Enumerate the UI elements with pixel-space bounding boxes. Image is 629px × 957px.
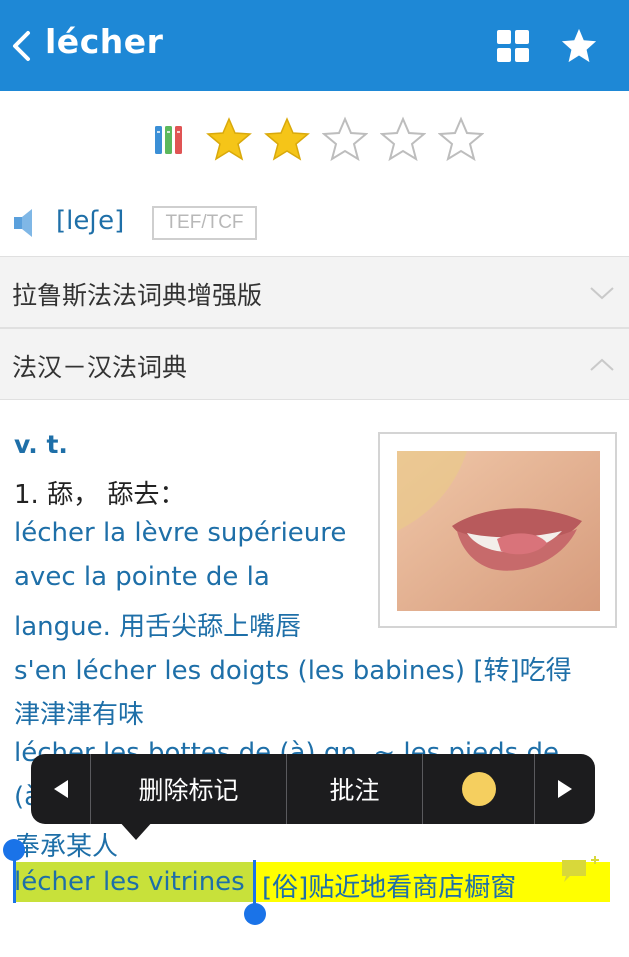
dictionary-section-fr-cn[interactable]: 法汉－汉法词典	[0, 328, 629, 400]
example-line: 奉承某人	[14, 832, 119, 862]
menu-prev-button[interactable]	[31, 754, 90, 824]
chevron-down-icon	[590, 287, 614, 300]
example-translation[interactable]: [俗]贴近地看商店橱窗	[262, 867, 516, 904]
star-filled-icon	[206, 117, 252, 161]
menu-pointer	[118, 820, 154, 840]
chevron-up-icon	[590, 358, 614, 371]
entry-content: v. t. 1. 舔， 舔去： lécher la lèvre supérieu…	[0, 402, 629, 957]
menu-next-button[interactable]	[535, 754, 595, 824]
example-line: langue. 用舌尖舔上嘴唇	[14, 612, 302, 642]
exam-tag-badge: TEF/TCF	[152, 206, 257, 240]
example-line: avec la pointe de la	[14, 562, 270, 592]
example-line-selected[interactable]: lécher les vitrines	[14, 867, 245, 897]
sense-definition: 1. 舔， 舔去：	[14, 480, 186, 510]
rating-row	[0, 112, 629, 168]
app-header: lécher	[0, 0, 629, 91]
chevron-left-icon[interactable]	[8, 28, 38, 64]
section-title: 拉鲁斯法法词典增强版	[12, 281, 263, 310]
part-of-speech: v. t.	[14, 430, 68, 459]
color-swatch	[461, 772, 496, 806]
page-title: lécher	[45, 22, 164, 61]
star-empty-icon	[322, 116, 368, 162]
section-title: 法汉－汉法词典	[12, 353, 188, 382]
example-line: s'en lécher les doigts (les babines) [转]…	[14, 656, 572, 686]
comment-icon[interactable]	[560, 854, 606, 888]
illustration-image[interactable]	[378, 432, 617, 628]
speaker-icon[interactable]	[12, 206, 42, 240]
favorite-star-icon[interactable]	[560, 27, 598, 65]
star-empty-icon	[380, 116, 426, 162]
grid-icon[interactable]	[496, 29, 530, 63]
selection-start-bar	[13, 850, 16, 903]
lips-illustration	[397, 451, 600, 611]
highlight-color-button[interactable]	[423, 754, 534, 824]
example-line: 津津津有味	[14, 700, 145, 730]
selection-end-handle[interactable]	[244, 903, 266, 925]
example-line: lécher la lèvre supérieure	[14, 518, 347, 548]
pronunciation-row: [leʃe] TEF/TCF	[0, 200, 629, 246]
triangle-left-icon	[53, 780, 68, 798]
phonetic-text: [leʃe]	[56, 206, 125, 236]
star-empty-icon	[438, 116, 484, 162]
selection-end-bar	[253, 860, 256, 906]
annotate-button[interactable]: 批注	[287, 754, 422, 824]
dictionary-section-larousse[interactable]: 拉鲁斯法法词典增强版	[0, 256, 629, 328]
triangle-right-icon	[558, 780, 572, 798]
books-icon	[155, 126, 182, 154]
annotation-context-menu: 删除标记 批注	[31, 754, 595, 824]
star-filled-icon	[264, 117, 310, 161]
delete-mark-button[interactable]: 删除标记	[91, 754, 286, 824]
